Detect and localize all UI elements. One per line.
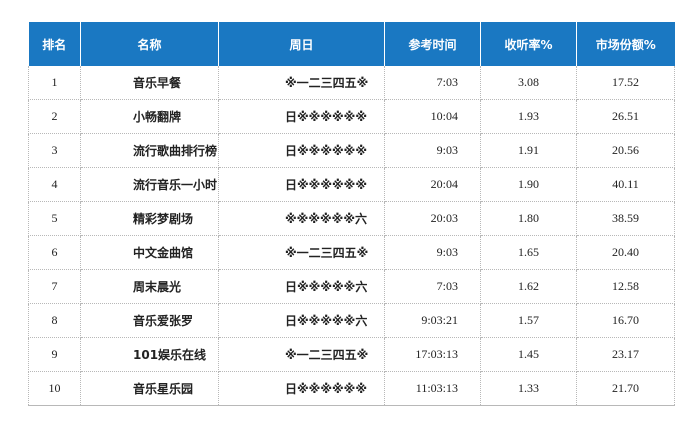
- ratings-table-container: 排名 名称 周日 参考时间 收听率% 市场份额% 1 音乐早餐 ※一二三四五※ …: [28, 22, 675, 406]
- cell-time: 9:03:21: [384, 303, 481, 338]
- cell-rank: 6: [28, 235, 81, 270]
- cell-rank: 4: [28, 167, 81, 202]
- cell-share: 40.11: [576, 167, 675, 202]
- cell-time: 20:04: [384, 167, 481, 202]
- cell-week: ※※※※※※六: [218, 201, 385, 236]
- header-rank: 排名: [28, 22, 81, 66]
- cell-time: 9:03: [384, 133, 481, 168]
- cell-name: 流行歌曲排行榜: [80, 133, 219, 168]
- header-rating: 收听率%: [480, 22, 577, 66]
- cell-time: 20:03: [384, 201, 481, 236]
- cell-name: 流行音乐一小时: [80, 167, 219, 202]
- cell-rating: 1.33: [480, 371, 577, 406]
- table-header: 排名 名称 周日 参考时间 收听率% 市场份额%: [28, 22, 675, 66]
- table-row: 4 流行音乐一小时 日※※※※※※ 20:04 1.90 40.11: [28, 167, 675, 202]
- cell-share: 21.70: [576, 371, 675, 406]
- cell-share: 16.70: [576, 303, 675, 338]
- cell-share: 23.17: [576, 337, 675, 372]
- cell-share: 17.52: [576, 66, 675, 100]
- cell-time: 17:03:13: [384, 337, 481, 372]
- cell-rating: 1.62: [480, 269, 577, 304]
- header-share: 市场份额%: [576, 22, 675, 66]
- cell-rating: 1.90: [480, 167, 577, 202]
- header-time: 参考时间: [384, 22, 481, 66]
- table-row: 1 音乐早餐 ※一二三四五※ 7:03 3.08 17.52: [28, 66, 675, 100]
- cell-name: 精彩梦剧场: [80, 201, 219, 236]
- cell-week: ※一二三四五※: [218, 337, 385, 372]
- table-row: 7 周末晨光 日※※※※※六 7:03 1.62 12.58: [28, 269, 675, 304]
- cell-week: 日※※※※※※: [218, 371, 385, 406]
- cell-rating: 1.93: [480, 99, 577, 134]
- cell-share: 20.40: [576, 235, 675, 270]
- cell-rank: 1: [28, 66, 81, 100]
- cell-name: 小畅翻牌: [80, 99, 219, 134]
- cell-rank: 2: [28, 99, 81, 134]
- cell-time: 7:03: [384, 66, 481, 100]
- cell-time: 10:04: [384, 99, 481, 134]
- cell-name: 音乐早餐: [80, 66, 219, 100]
- cell-week: 日※※※※※※: [218, 99, 385, 134]
- cell-rank: 8: [28, 303, 81, 338]
- cell-week: 日※※※※※※: [218, 167, 385, 202]
- cell-rank: 3: [28, 133, 81, 168]
- cell-time: 7:03: [384, 269, 481, 304]
- cell-rating: 1.91: [480, 133, 577, 168]
- cell-rating: 1.80: [480, 201, 577, 236]
- cell-week: ※一二三四五※: [218, 66, 385, 100]
- cell-rating: 3.08: [480, 66, 577, 100]
- table-row: 10 音乐星乐园 日※※※※※※ 11:03:13 1.33 21.70: [28, 371, 675, 406]
- cell-name: 中文金曲馆: [80, 235, 219, 270]
- table-row: 8 音乐爱张罗 日※※※※※六 9:03:21 1.57 16.70: [28, 303, 675, 338]
- cell-week: 日※※※※※六: [218, 269, 385, 304]
- cell-share: 38.59: [576, 201, 675, 236]
- table-row: 9 101娱乐在线 ※一二三四五※ 17:03:13 1.45 23.17: [28, 337, 675, 372]
- cell-week: 日※※※※※六: [218, 303, 385, 338]
- header-name: 名称: [80, 22, 219, 66]
- cell-rank: 5: [28, 201, 81, 236]
- cell-rank: 10: [28, 371, 81, 406]
- cell-rating: 1.57: [480, 303, 577, 338]
- cell-week: 日※※※※※※: [218, 133, 385, 168]
- cell-time: 11:03:13: [384, 371, 481, 406]
- cell-rating: 1.65: [480, 235, 577, 270]
- cell-name: 周末晨光: [80, 269, 219, 304]
- cell-share: 26.51: [576, 99, 675, 134]
- cell-time: 9:03: [384, 235, 481, 270]
- table-row: 6 中文金曲馆 ※一二三四五※ 9:03 1.65 20.40: [28, 235, 675, 270]
- header-row: 排名 名称 周日 参考时间 收听率% 市场份额%: [28, 22, 675, 66]
- cell-rating: 1.45: [480, 337, 577, 372]
- cell-rank: 9: [28, 337, 81, 372]
- cell-name: 音乐爱张罗: [80, 303, 219, 338]
- ratings-table: 排名 名称 周日 参考时间 收听率% 市场份额% 1 音乐早餐 ※一二三四五※ …: [28, 22, 675, 406]
- cell-week: ※一二三四五※: [218, 235, 385, 270]
- table-row: 3 流行歌曲排行榜 日※※※※※※ 9:03 1.91 20.56: [28, 133, 675, 168]
- table-row: 2 小畅翻牌 日※※※※※※ 10:04 1.93 26.51: [28, 99, 675, 134]
- header-week: 周日: [218, 22, 385, 66]
- cell-name: 音乐星乐园: [80, 371, 219, 406]
- table-row: 5 精彩梦剧场 ※※※※※※六 20:03 1.80 38.59: [28, 201, 675, 236]
- cell-share: 20.56: [576, 133, 675, 168]
- table-body: 1 音乐早餐 ※一二三四五※ 7:03 3.08 17.52 2 小畅翻牌 日※…: [28, 66, 675, 406]
- cell-share: 12.58: [576, 269, 675, 304]
- cell-rank: 7: [28, 269, 81, 304]
- cell-name: 101娱乐在线: [80, 337, 219, 372]
